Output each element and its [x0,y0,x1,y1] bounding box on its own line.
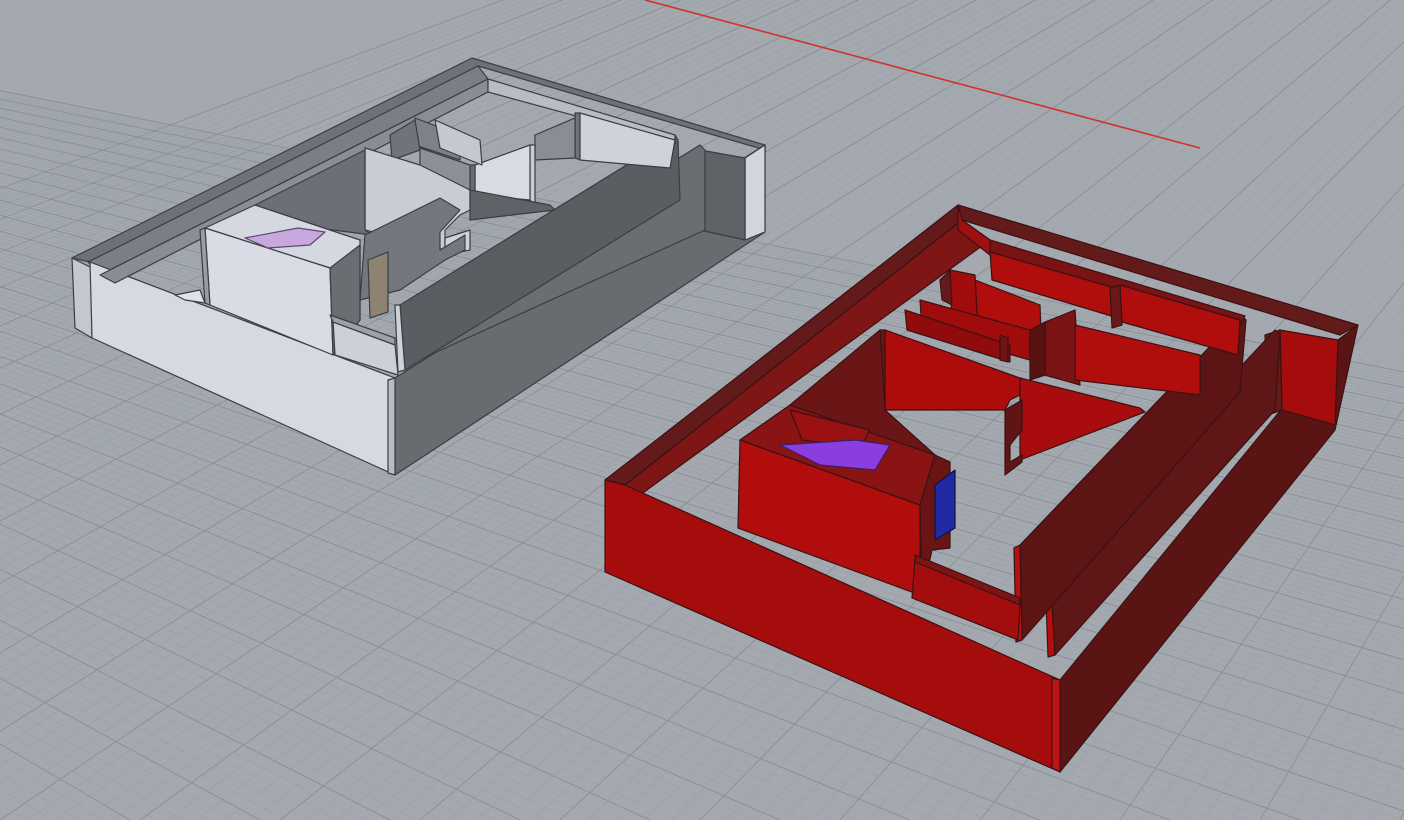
grid-line [1371,756,1404,820]
grid-line [0,757,105,820]
white-left-wall[interactable] [71,257,93,339]
rhino-perspective-viewport[interactable] [0,0,1404,820]
white-door[interactable] [367,251,389,319]
viewport-scene[interactable] [0,0,1404,820]
